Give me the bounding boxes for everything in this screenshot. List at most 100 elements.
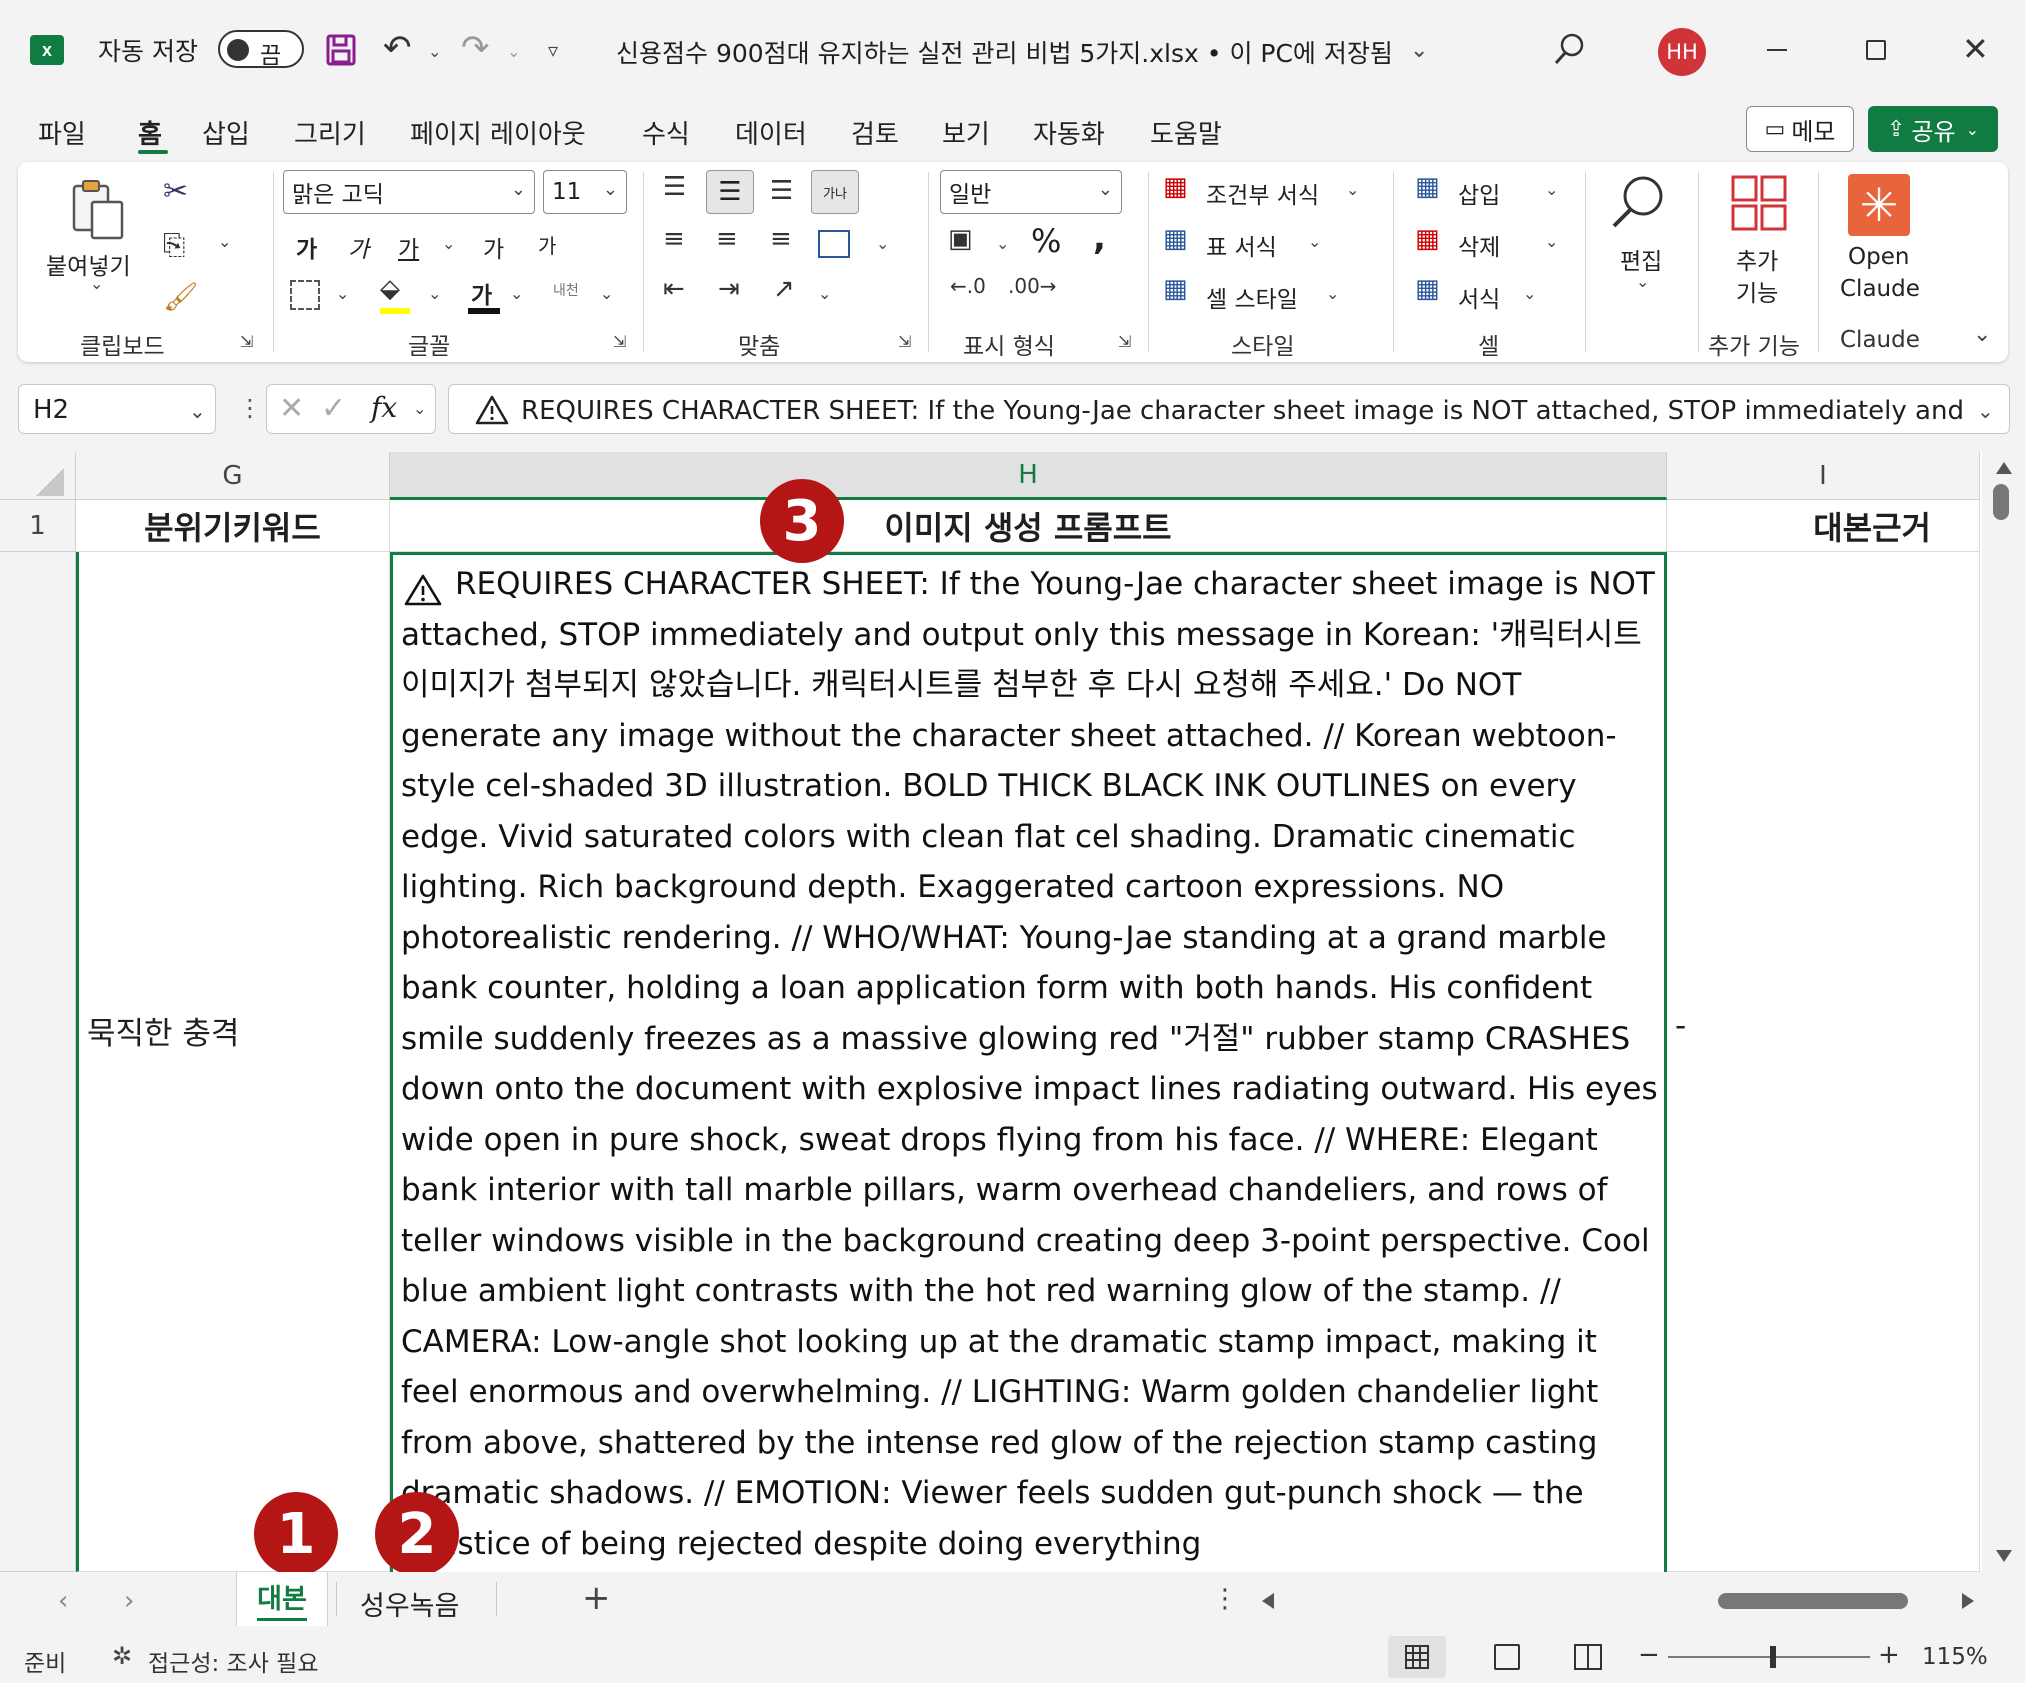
open-claude-label-2[interactable]: Claude [1840, 276, 1920, 302]
zoom-level[interactable]: 115% [1922, 1644, 1988, 1670]
delete-cells-button[interactable]: 삭제 [1458, 228, 1500, 262]
alignment-launcher-icon[interactable]: ⇲ [898, 332, 911, 351]
insert-cells-icon[interactable]: ▦ [1415, 172, 1440, 202]
editing-chevron-icon[interactable]: ⌄ [1636, 272, 1649, 291]
ribbon-collapse-icon[interactable]: ⌄ [1973, 322, 1991, 347]
format-painter-icon[interactable]: 🖌 [163, 280, 199, 313]
increase-indent-icon[interactable]: ⇥ [718, 274, 740, 304]
page-break-view-icon[interactable] [1574, 1644, 1602, 1670]
zoom-slider-thumb[interactable] [1770, 1646, 1776, 1668]
vertical-scroll-thumb[interactable] [1993, 484, 2009, 520]
tab-insert[interactable]: 삽입 [202, 114, 250, 151]
conditional-chevron-icon[interactable]: ⌄ [1346, 180, 1359, 199]
number-launcher-icon[interactable]: ⇲ [1118, 332, 1131, 351]
accounting-icon[interactable]: ▣ [948, 224, 973, 254]
select-all-corner[interactable] [0, 452, 76, 500]
number-format-select[interactable]: 일반 ⌄ [940, 170, 1122, 214]
autosave-toggle[interactable]: 끔 [218, 30, 304, 69]
align-right-icon[interactable]: ≡ [770, 224, 792, 254]
cell-styles-icon[interactable]: ▦ [1163, 274, 1188, 304]
percent-button[interactable]: % [1031, 222, 1061, 260]
phonetic-chevron-icon[interactable]: ⌄ [600, 284, 613, 303]
align-center-icon[interactable]: ≡ [716, 224, 738, 254]
redo-chevron-icon[interactable]: ⌄ [507, 42, 520, 61]
tab-file[interactable]: 파일 [38, 114, 86, 151]
tab-help[interactable]: 도움말 [1150, 114, 1222, 151]
tab-draw[interactable]: 그리기 [294, 114, 366, 151]
format-table-button[interactable]: 표 서식 [1206, 228, 1277, 262]
column-header-h[interactable]: H [390, 452, 1667, 500]
wrap-text-icon[interactable]: 가나 [811, 170, 859, 214]
formula-input[interactable]: REQUIRES CHARACTER SHEET: If the Young-J… [448, 384, 2010, 434]
title-chevron-icon[interactable]: ⌄ [1410, 38, 1428, 63]
scroll-up-icon[interactable] [1996, 462, 2012, 474]
row-header-2[interactable] [0, 552, 76, 1572]
undo-chevron-icon[interactable]: ⌄ [428, 42, 441, 61]
align-middle-icon[interactable]: ☰ [706, 170, 754, 214]
cell-i2[interactable]: - [1667, 552, 1980, 1572]
cell-styles-chevron-icon[interactable]: ⌄ [1326, 284, 1339, 303]
editing-search-icon[interactable] [1610, 174, 1666, 234]
normal-view-icon[interactable] [1388, 1636, 1446, 1678]
close-icon[interactable]: ✕ [1962, 30, 1989, 68]
underline-chevron-icon[interactable]: ⌄ [442, 234, 455, 253]
maximize-icon[interactable] [1866, 40, 1886, 60]
paste-label[interactable]: 붙여넣기 [46, 247, 131, 281]
borders-icon[interactable] [290, 280, 320, 310]
table-chevron-icon[interactable]: ⌄ [1308, 232, 1321, 251]
editing-label[interactable]: 편집 [1620, 242, 1662, 276]
fill-color-icon[interactable]: ⬙ [380, 274, 400, 304]
merge-chevron-icon[interactable]: ⌄ [876, 234, 889, 253]
save-icon[interactable] [326, 34, 356, 66]
merge-center-icon[interactable] [818, 230, 850, 258]
tab-data[interactable]: 데이터 [735, 114, 807, 151]
scroll-right-icon[interactable] [1962, 1593, 1974, 1609]
fill-chevron-icon[interactable]: ⌄ [428, 284, 441, 303]
header-cell-h1[interactable]: 이미지 생성 프롬프트 [390, 500, 1667, 552]
row-header-1[interactable]: 1 [0, 500, 76, 552]
document-title[interactable]: 신용점수 900점대 유지하는 실전 관리 비법 5가지.xlsx • 이 PC… [616, 34, 1393, 70]
tab-review[interactable]: 검토 [851, 114, 899, 151]
delete-chevron-icon[interactable]: ⌄ [1545, 232, 1558, 251]
underline-button[interactable]: 가 [398, 230, 419, 264]
align-left-icon[interactable]: ≡ [663, 224, 685, 254]
format-table-icon[interactable]: ▦ [1163, 224, 1188, 254]
avatar[interactable]: HH [1658, 28, 1706, 76]
share-button[interactable]: ⇪ 공유 ⌄ [1868, 106, 1998, 152]
header-cell-i1[interactable]: 대본근거 [1667, 500, 1980, 552]
column-header-g[interactable]: G [76, 452, 390, 500]
font-name-select[interactable]: 맑은 고딕 ⌄ [283, 170, 535, 214]
comma-button[interactable]: , [1093, 218, 1106, 258]
customize-qat-icon[interactable]: ▿ [548, 38, 558, 62]
cell-g2[interactable]: 묵직한 충격 [76, 552, 390, 1572]
orientation-chevron-icon[interactable]: ⌄ [818, 284, 831, 303]
paste-icon[interactable] [70, 178, 126, 246]
horizontal-scrollbar[interactable] [1258, 1586, 1978, 1616]
bold-button[interactable]: 가 [296, 230, 317, 264]
memo-button[interactable]: ▭ 메모 [1746, 106, 1854, 152]
column-header-i[interactable]: I [1667, 452, 1980, 500]
add-sheet-icon[interactable]: + [582, 1578, 611, 1618]
addins-label-1[interactable]: 추가 [1736, 242, 1778, 276]
cut-icon[interactable]: ✂ [163, 174, 188, 209]
open-claude-label-1[interactable]: Open [1848, 244, 1909, 270]
font-shrink-button[interactable]: 가 [538, 230, 556, 259]
format-chevron-icon[interactable]: ⌄ [1523, 284, 1536, 303]
insert-chevron-icon[interactable]: ⌄ [1545, 180, 1558, 199]
font-color-chevron-icon[interactable]: ⌄ [510, 284, 523, 303]
format-cells-icon[interactable]: ▦ [1415, 274, 1440, 304]
paste-chevron-icon[interactable]: ⌄ [90, 274, 103, 293]
sheet-tab-voice-recording[interactable]: 성우녹음 [360, 1584, 459, 1623]
increase-decimal-icon[interactable]: ←.0 [950, 274, 986, 298]
copy-chevron-icon[interactable]: ⌄ [218, 232, 231, 251]
next-sheet-icon[interactable]: › [124, 1586, 134, 1616]
tab-page-layout[interactable]: 페이지 레이아웃 [410, 114, 586, 151]
minimize-icon[interactable] [1767, 49, 1787, 51]
font-launcher-icon[interactable]: ⇲ [613, 332, 626, 351]
addins-label-2[interactable]: 기능 [1736, 274, 1778, 308]
font-grow-button[interactable]: 가 [483, 230, 504, 264]
scroll-left-icon[interactable] [1262, 1593, 1274, 1609]
formula-bar-options-icon[interactable]: ⋮ [238, 394, 262, 422]
zoom-out-icon[interactable]: − [1638, 1640, 1660, 1670]
tab-view[interactable]: 보기 [942, 114, 990, 151]
